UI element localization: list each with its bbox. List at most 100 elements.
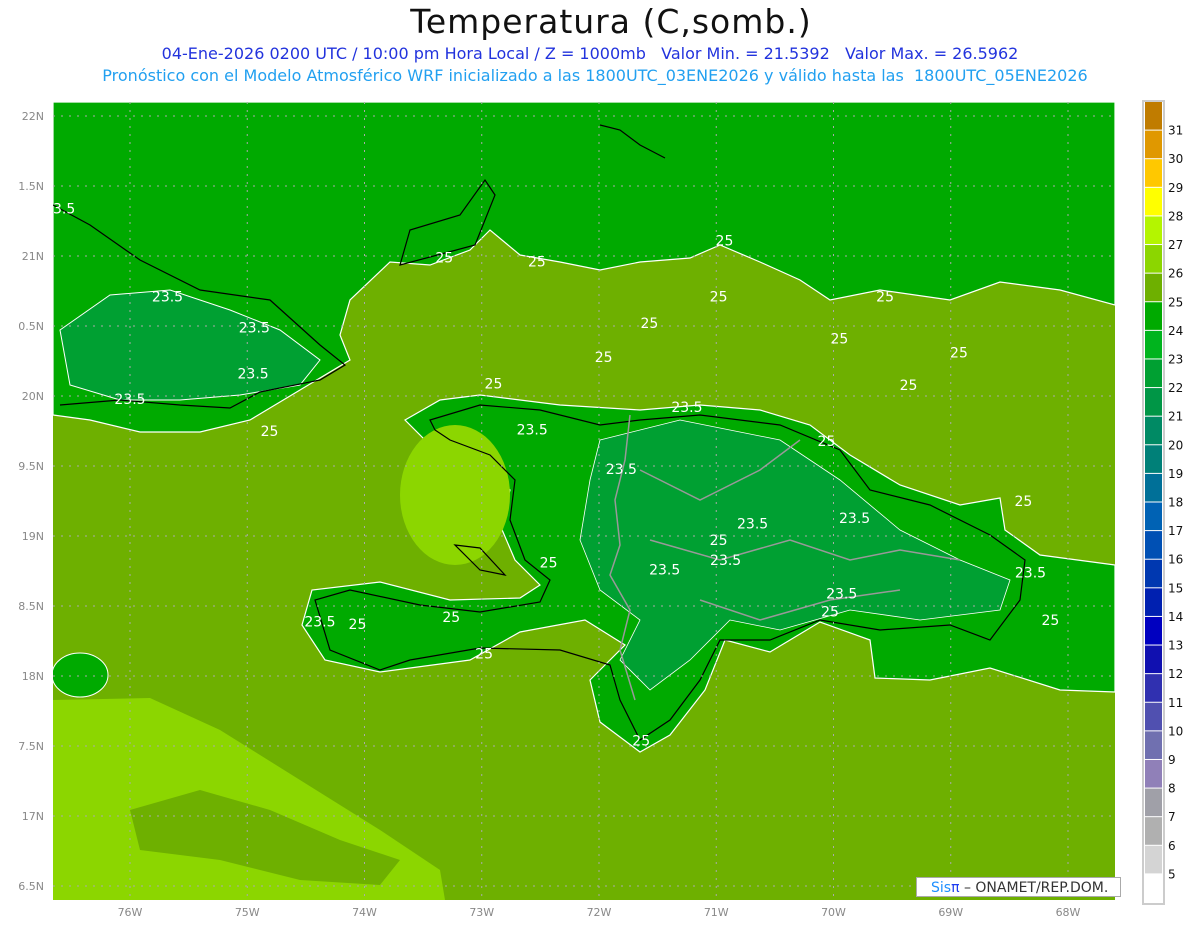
sispi-logo-sis: Sis bbox=[931, 880, 952, 896]
shade-26-27-gulf bbox=[400, 425, 510, 565]
lon-label: 73W bbox=[469, 906, 494, 919]
colorbar-swatch bbox=[1145, 416, 1162, 445]
contour-label: 23.5 bbox=[671, 400, 702, 416]
lon-label: 71W bbox=[704, 906, 729, 919]
contour-label: 23.5 bbox=[839, 511, 870, 527]
colorbar-swatch bbox=[1145, 674, 1162, 702]
contour-label: 25 bbox=[435, 250, 453, 266]
colorbar-swatch bbox=[1145, 588, 1162, 616]
lat-label: 1.5N bbox=[18, 180, 44, 193]
temperature-map: 22N 1.5N 21N 0.5N 20N 9.5N 19N 8.5N 18N 7.5N 17N 6.… bbox=[18, 100, 1183, 919]
contour-label: 25 bbox=[830, 332, 848, 348]
contour-label: 25 bbox=[485, 376, 503, 392]
contour-label: 25 bbox=[442, 610, 460, 626]
contour-label: 23.5 bbox=[710, 553, 741, 569]
lat-label: 20N bbox=[22, 390, 44, 403]
lon-label: 76W bbox=[118, 906, 143, 919]
contour-label: 25 bbox=[632, 733, 650, 749]
colorbar-swatch bbox=[1145, 102, 1162, 130]
colorbar-swatch bbox=[1145, 388, 1162, 416]
colorbar-label: 26 bbox=[1168, 267, 1183, 281]
colorbar-swatch bbox=[1145, 359, 1162, 388]
colorbar-label: 16 bbox=[1168, 553, 1183, 567]
lon-label: 68W bbox=[1056, 906, 1081, 919]
colorbar-label: 21 bbox=[1168, 410, 1183, 424]
colorbar-label: 20 bbox=[1168, 438, 1183, 452]
chart-title: Temperatura (C,somb.) bbox=[410, 2, 812, 41]
colorbar-swatch bbox=[1145, 187, 1162, 216]
colorbar-swatch bbox=[1145, 874, 1162, 902]
contour-label: 25 bbox=[475, 647, 493, 663]
colorbar-label: 9 bbox=[1168, 753, 1176, 767]
credit-text: – ONAMET/REP.DOM. bbox=[959, 880, 1109, 896]
colorbar-label: 11 bbox=[1168, 696, 1183, 710]
credit-box: Sisπ – ONAMET/REP.DOM. bbox=[916, 877, 1121, 897]
colorbar-swatch bbox=[1145, 302, 1162, 330]
contour-label: 25 bbox=[595, 350, 613, 366]
contour-label: 23.5 bbox=[238, 367, 269, 383]
contour-label: 25 bbox=[710, 533, 728, 549]
colorbar: 31 30 29 28 27 26 25 24 23 22 21 20 19 18 17 16 15 14 13 12… bbox=[1142, 100, 1183, 905]
colorbar-swatch bbox=[1145, 731, 1162, 759]
contour-label: 23.5 bbox=[114, 392, 145, 408]
colorbar-label: 14 bbox=[1168, 610, 1183, 624]
colorbar-label: 13 bbox=[1168, 639, 1183, 653]
contour-label: 25 bbox=[716, 234, 734, 250]
contour-label: 23.5 bbox=[826, 586, 857, 602]
model-run-subtitle: Pronóstico con el Modelo Atmosférico WRF… bbox=[102, 66, 1088, 85]
contour-label: 25 bbox=[821, 605, 839, 621]
lat-label: 21N bbox=[22, 250, 44, 263]
contour-label: 25 bbox=[349, 617, 367, 633]
lon-label: 75W bbox=[235, 906, 260, 919]
colorbar-label: 12 bbox=[1168, 667, 1183, 681]
colorbar-label: 5 bbox=[1168, 867, 1176, 881]
lat-label: 7.5N bbox=[18, 740, 44, 753]
colorbar-label: 19 bbox=[1168, 467, 1183, 481]
lat-label: 9.5N bbox=[18, 460, 44, 473]
colorbar-label: 27 bbox=[1168, 238, 1183, 252]
contour-label: 23.5 bbox=[239, 320, 270, 336]
colorbar-swatch bbox=[1145, 245, 1162, 273]
colorbar-swatch bbox=[1145, 330, 1162, 359]
colorbar-swatch bbox=[1145, 273, 1162, 302]
contour-label: 25 bbox=[641, 316, 659, 332]
contour-label: 23.5 bbox=[737, 516, 768, 532]
colorbar-swatch bbox=[1145, 616, 1162, 645]
contour-label: 23.5 bbox=[44, 201, 75, 217]
contour-label: 25 bbox=[1015, 494, 1033, 510]
contour-label: 25 bbox=[1041, 613, 1059, 629]
contour-label: 23.5 bbox=[152, 290, 183, 306]
contour-label: 25 bbox=[818, 434, 836, 450]
colorbar-label: 29 bbox=[1168, 181, 1183, 195]
contour-label: 23.5 bbox=[304, 614, 335, 630]
contour-label: 25 bbox=[261, 424, 279, 440]
colorbar-swatch bbox=[1145, 759, 1162, 788]
lat-label: 8.5N bbox=[18, 600, 44, 613]
colorbar-swatch bbox=[1145, 445, 1162, 473]
contour-label: 25 bbox=[540, 556, 558, 572]
colorbar-label: 31 bbox=[1168, 124, 1183, 138]
colorbar-swatch bbox=[1145, 559, 1162, 588]
contour-label: 25 bbox=[900, 378, 918, 394]
lon-label: 70W bbox=[821, 906, 846, 919]
colorbar-label: 23 bbox=[1168, 352, 1183, 366]
colorbar-swatch bbox=[1145, 788, 1162, 817]
lat-label: 22N bbox=[22, 110, 44, 123]
colorbar-swatch bbox=[1145, 645, 1162, 674]
colorbar-label: 7 bbox=[1168, 810, 1176, 824]
colorbar-label: 25 bbox=[1168, 295, 1183, 309]
colorbar-swatch bbox=[1145, 702, 1162, 731]
lon-label: 69W bbox=[938, 906, 963, 919]
lat-label: 18N bbox=[22, 670, 44, 683]
contour-label: 23.5 bbox=[1015, 565, 1046, 581]
colorbar-swatch bbox=[1145, 502, 1162, 531]
colorbar-label: 8 bbox=[1168, 782, 1176, 796]
colorbar-label: 28 bbox=[1168, 209, 1183, 223]
lat-label: 19N bbox=[22, 530, 44, 543]
colorbar-swatch bbox=[1145, 130, 1162, 159]
colorbar-swatch bbox=[1145, 817, 1162, 845]
colorbar-label: 15 bbox=[1168, 581, 1183, 595]
lat-label: 0.5N bbox=[18, 320, 44, 333]
contour-label: 25 bbox=[710, 290, 728, 306]
colorbar-swatch bbox=[1145, 159, 1162, 187]
